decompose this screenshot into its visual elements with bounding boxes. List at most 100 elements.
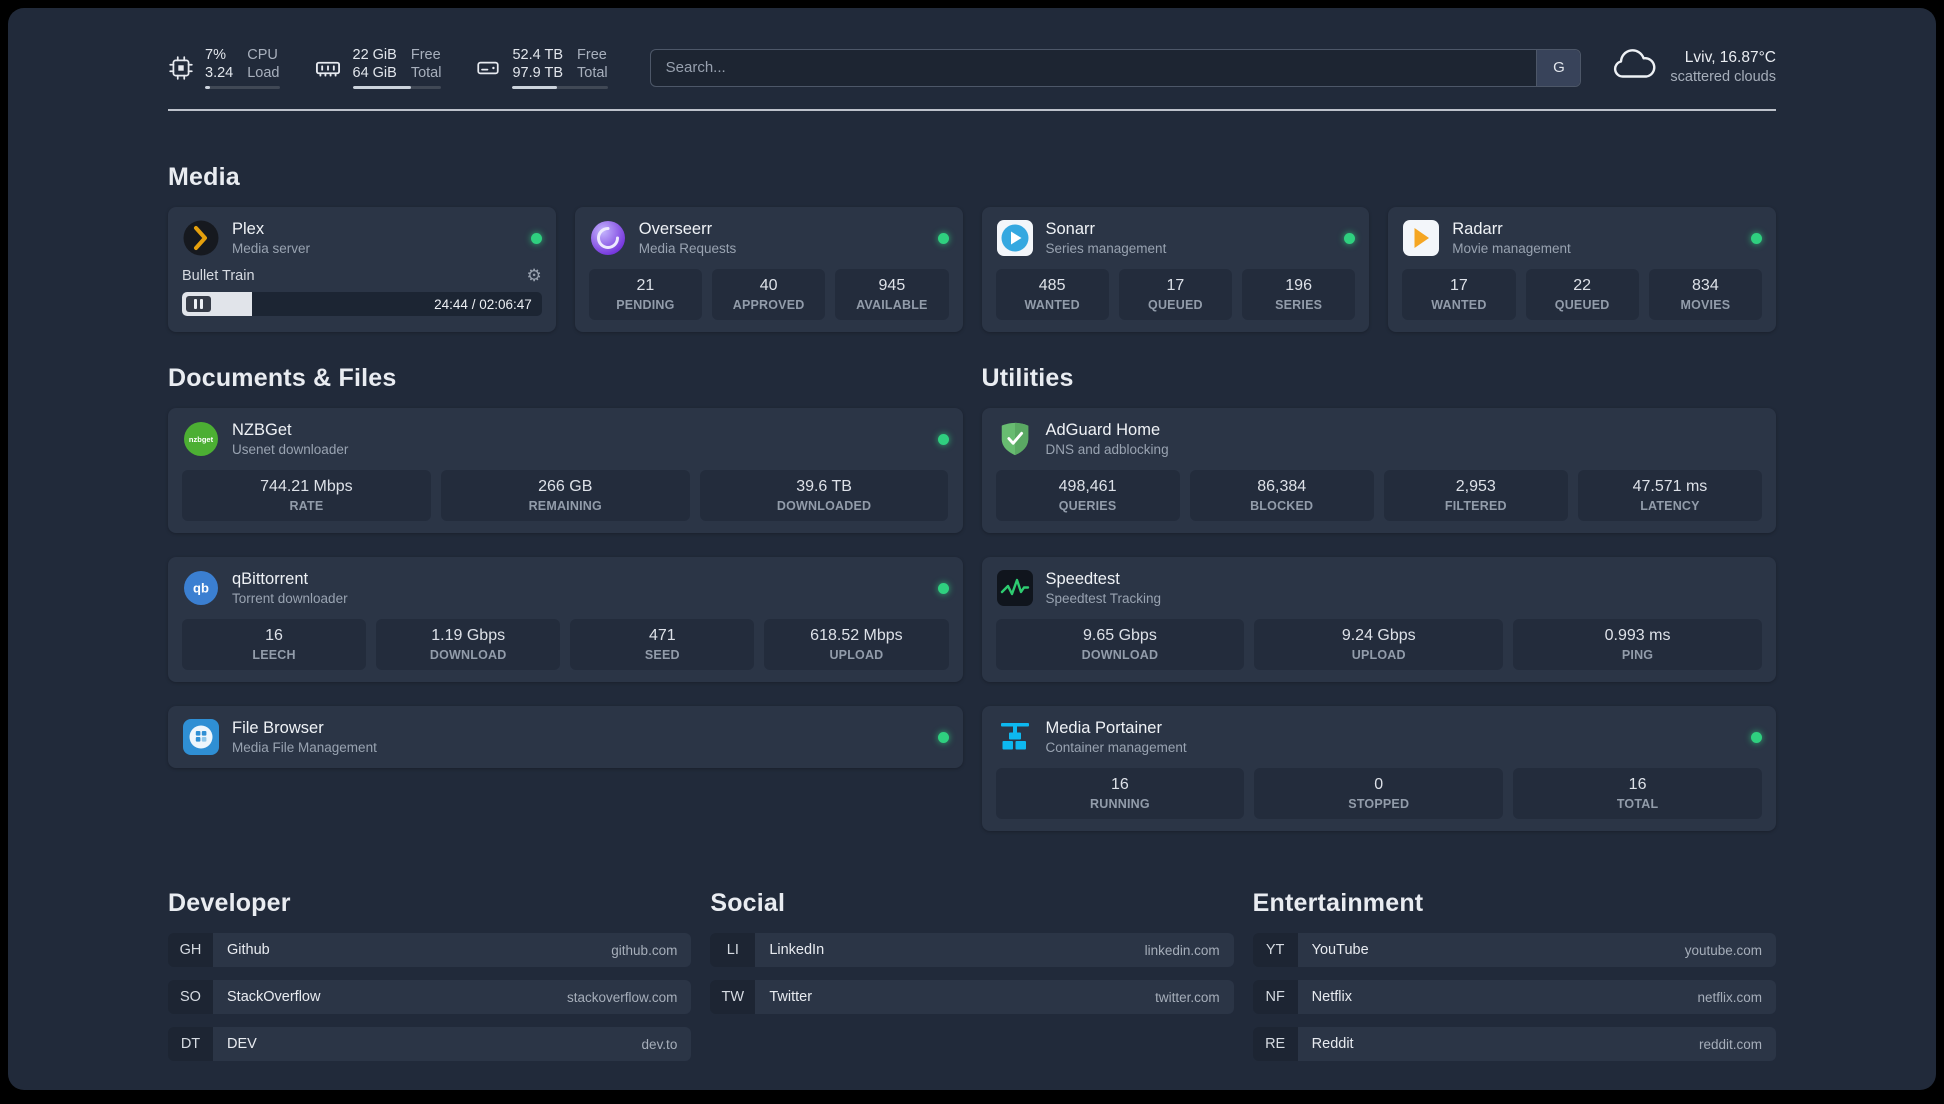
weather-location: Lviv, 16.87°C <box>1684 49 1776 66</box>
settings-gear-icon[interactable]: ⚙ <box>527 267 542 284</box>
stat-available: 945 AVAILABLE <box>835 269 949 320</box>
service-card-sonarr[interactable]: Sonarr Series management 485 WANTED 17 Q… <box>981 207 1370 332</box>
disk-usage-bar <box>512 86 608 89</box>
service-name: qBittorrent <box>232 570 309 588</box>
pause-button[interactable] <box>186 296 211 312</box>
stat-wanted: 17 WANTED <box>1402 269 1516 320</box>
bookmark-group-developer: Developer GH Github github.com SO StackO… <box>168 889 692 1061</box>
service-subtitle: Movie management <box>1452 241 1571 256</box>
weather-widget: Lviv, 16.87°C scattered clouds <box>1611 48 1776 87</box>
service-name: File Browser <box>232 719 324 737</box>
bookmark-youtube[interactable]: YT YouTube youtube.com <box>1252 933 1776 967</box>
service-card-portainer[interactable]: Media Portainer Container management 16 … <box>981 706 1776 831</box>
service-subtitle: Series management <box>1045 241 1167 256</box>
bookmark-name: YouTube <box>1311 942 1369 958</box>
bookmark-name: Netflix <box>1311 989 1352 1005</box>
bookmark-reddit[interactable]: RE Reddit reddit.com <box>1252 1027 1776 1061</box>
cpu-usage-bar <box>205 86 280 89</box>
status-dot <box>937 232 949 244</box>
service-card-plex[interactable]: Plex Media server Bullet Train ⚙ 24:44 /… <box>168 207 556 332</box>
bookmark-name: StackOverflow <box>227 989 321 1005</box>
plex-now-playing: Bullet Train ⚙ 24:44 / 02:06:47 <box>182 267 542 316</box>
stat-filtered: 2,953 FILTERED <box>1383 470 1568 521</box>
bookmark-twitter[interactable]: TW Twitter twitter.com <box>710 980 1234 1014</box>
memory-total-value: 64 GiB <box>352 65 397 81</box>
status-dot <box>1751 232 1762 244</box>
status-dot <box>1344 232 1356 244</box>
service-card-speedtest[interactable]: Speedtest Speedtest Tracking 9.65 Gbps D… <box>981 557 1776 682</box>
service-subtitle: Speedtest Tracking <box>1045 591 1162 606</box>
cpu-load-value: 3.24 <box>205 65 234 81</box>
nzbget-icon: nzbget <box>182 420 220 458</box>
service-name: NZBGet <box>232 421 292 439</box>
svg-text:nzbget: nzbget <box>189 435 214 444</box>
service-card-adguard[interactable]: AdGuard Home DNS and adblocking 498,461 … <box>981 408 1776 533</box>
disk-free-value: 52.4 TB <box>512 47 564 63</box>
service-card-nzbget[interactable]: nzbget NZBGet Usenet downloader 744.21 M… <box>168 408 963 533</box>
stat-pending: 21 PENDING <box>588 269 702 320</box>
search-input[interactable] <box>649 48 1582 87</box>
cpu-widget: 7% CPU 3.24 Load <box>168 46 280 89</box>
service-subtitle: Media Requests <box>638 241 737 256</box>
service-subtitle: Usenet downloader <box>232 442 349 457</box>
stat-wanted: 485 WANTED <box>995 269 1109 320</box>
svg-text:qb: qb <box>193 581 209 596</box>
bookmark-url: dev.to <box>641 1036 678 1052</box>
search-provider-button[interactable]: G <box>1536 49 1581 86</box>
cpu-load-label: Load <box>247 65 280 81</box>
bookmark-stackoverflow[interactable]: SO StackOverflow stackoverflow.com <box>168 980 692 1014</box>
now-playing-title: Bullet Train <box>182 267 255 284</box>
service-subtitle: Media server <box>232 241 311 256</box>
service-card-filebrowser[interactable]: File Browser Media File Management <box>168 706 963 768</box>
section-title-documents: Documents & Files <box>168 364 397 392</box>
top-bar: 7% CPU 3.24 Load 22 GiB Free 64 GiB Tota… <box>168 8 1776 89</box>
bookmark-abbr: NF <box>1252 980 1298 1014</box>
service-card-radarr[interactable]: Radarr Movie management 17 WANTED 22 QUE… <box>1388 207 1776 332</box>
memory-free-label: Free <box>410 47 441 63</box>
section-media: Media Plex Media server Bullet Train ⚙ 2… <box>168 163 1776 332</box>
bookmark-url: linkedin.com <box>1144 942 1220 958</box>
adguard-icon <box>996 420 1034 458</box>
disk-icon <box>475 55 501 81</box>
service-subtitle: DNS and adblocking <box>1045 442 1169 457</box>
playback-progress-bar[interactable]: 24:44 / 02:06:47 <box>182 292 542 316</box>
bookmark-netflix[interactable]: NF Netflix netflix.com <box>1252 980 1776 1014</box>
service-name: Speedtest <box>1045 570 1120 588</box>
section-documents: Documents & Files nzbget NZBGet Usenet d… <box>168 364 963 768</box>
resource-widgets: 7% CPU 3.24 Load 22 GiB Free 64 GiB Tota… <box>168 46 608 89</box>
bookmark-abbr: DT <box>168 1027 213 1061</box>
cloud-icon <box>1611 48 1657 87</box>
service-card-qbittorrent[interactable]: qb qBittorrent Torrent downloader 16 LEE… <box>168 557 963 682</box>
stat-seed: 471 SEED <box>570 619 755 670</box>
stat-series: 196 SERIES <box>1242 269 1356 320</box>
service-card-overseerr[interactable]: Overseerr Media Requests 21 PENDING 40 A… <box>574 207 963 332</box>
bookmark-name: Twitter <box>769 989 813 1005</box>
service-name: Sonarr <box>1045 220 1096 238</box>
stat-upload: 618.52 Mbps UPLOAD <box>764 619 949 670</box>
bookmark-url: stackoverflow.com <box>567 989 678 1005</box>
bookmark-dev[interactable]: DT DEV dev.to <box>168 1027 692 1061</box>
topbar-divider <box>168 109 1776 111</box>
bookmark-linkedin[interactable]: LI LinkedIn linkedin.com <box>710 933 1234 967</box>
stat-upload: 9.24 Gbps UPLOAD <box>1254 619 1504 670</box>
stat-blocked: 86,384 BLOCKED <box>1189 470 1374 521</box>
stat-remaining: 266 GB REMAINING <box>440 470 690 521</box>
cpu-usage-value: 7% <box>205 47 226 63</box>
weather-condition: scattered clouds <box>1670 69 1776 85</box>
service-name: Media Portainer <box>1045 719 1162 737</box>
stat-latency: 47.571 ms LATENCY <box>1577 470 1762 521</box>
section-title-utilities: Utilities <box>981 364 1074 392</box>
status-dot <box>937 433 949 445</box>
overseerr-icon <box>589 219 627 257</box>
service-subtitle: Torrent downloader <box>232 591 348 606</box>
bookmark-abbr: RE <box>1252 1027 1298 1061</box>
bookmark-group-social: Social LI LinkedIn linkedin.com TW Twitt… <box>710 889 1234 1061</box>
stat-queued: 22 QUEUED <box>1525 269 1639 320</box>
stat-movies: 834 MOVIES <box>1648 269 1762 320</box>
stat-rate: 744.21 Mbps RATE <box>182 470 431 521</box>
bookmark-abbr: TW <box>710 980 756 1014</box>
cpu-icon <box>168 55 194 81</box>
bookmark-name: Github <box>227 942 270 958</box>
memory-free-value: 22 GiB <box>352 47 397 63</box>
bookmark-github[interactable]: GH Github github.com <box>168 933 692 967</box>
